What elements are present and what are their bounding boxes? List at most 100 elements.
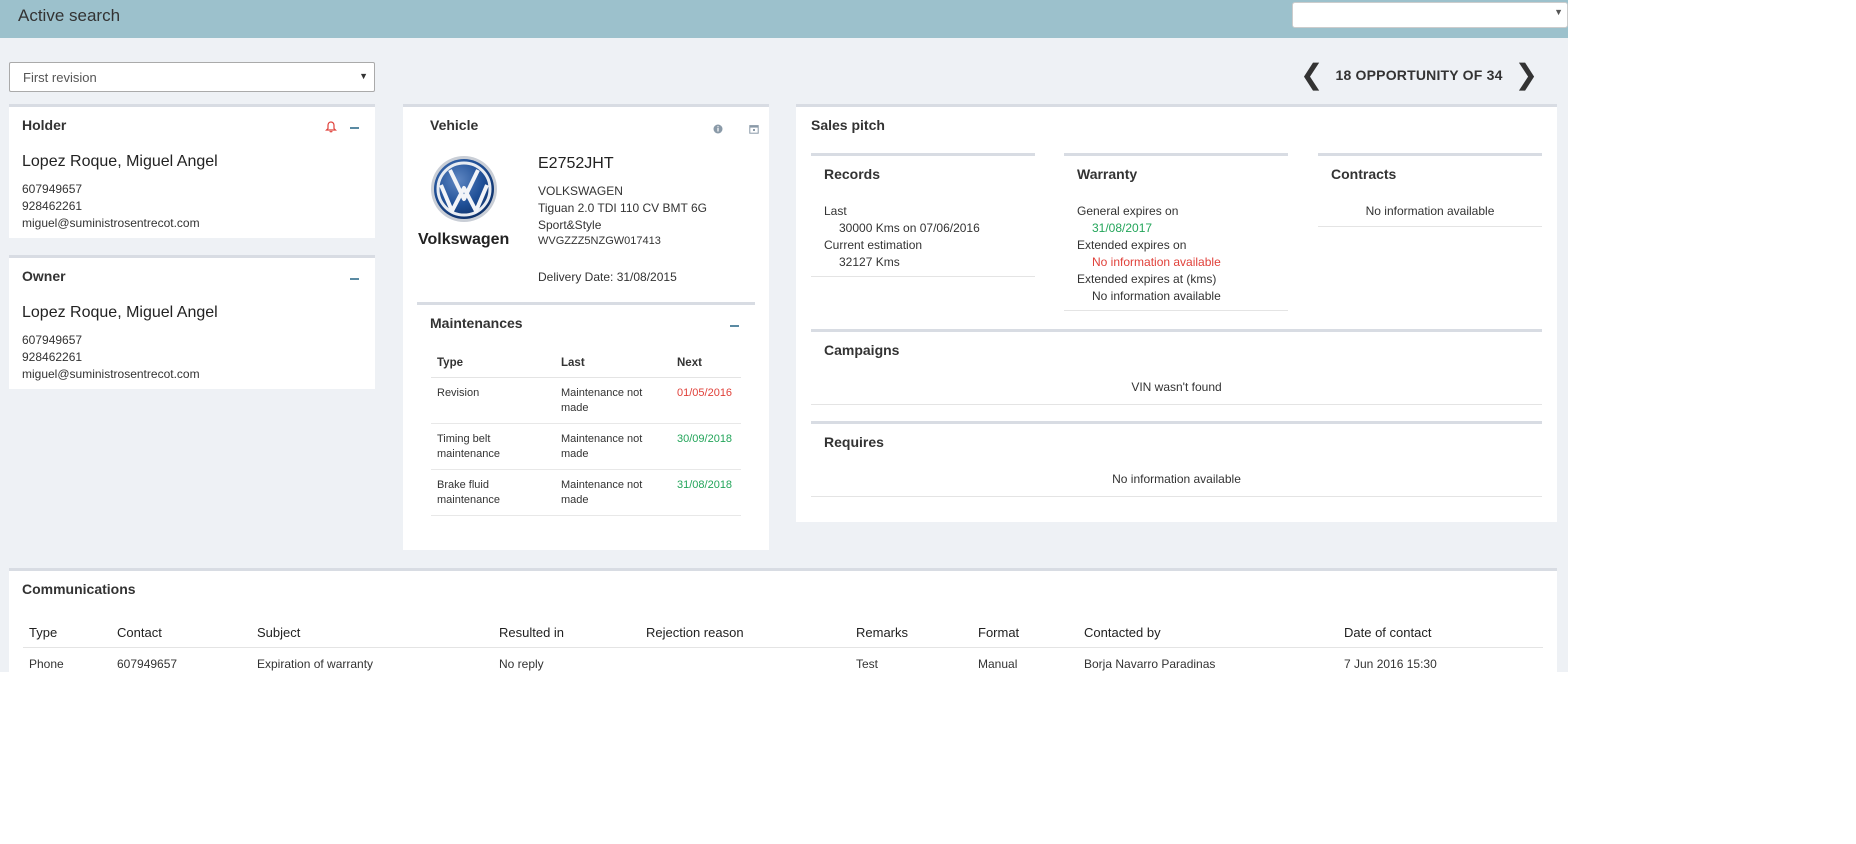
owner-phone-1: 607949657 bbox=[22, 333, 83, 347]
campaigns-title: Campaigns bbox=[824, 342, 900, 358]
calendar-icon[interactable] bbox=[749, 124, 759, 134]
collapse-icon[interactable] bbox=[730, 325, 739, 327]
maintenance-next: 01/05/2016 bbox=[671, 377, 741, 424]
maintenance-last: Maintenance not made bbox=[555, 469, 671, 516]
holder-panel: Holder Lopez Roque, Miguel Angel 6079496… bbox=[9, 104, 375, 238]
holder-email: miguel@suministrosentrecot.com bbox=[22, 216, 200, 230]
warranty-extended-kms-label: Extended expires at (kms) bbox=[1077, 272, 1217, 286]
warranty-title: Warranty bbox=[1077, 166, 1138, 182]
collapse-icon[interactable] bbox=[350, 278, 359, 280]
sales-pitch-title: Sales pitch bbox=[811, 117, 885, 133]
maintenance-next: 30/09/2018 bbox=[671, 423, 741, 470]
vehicle-delivery-date: Delivery Date: 31/08/2015 bbox=[538, 270, 677, 284]
table-row: Revision Maintenance not made 01/05/2016 bbox=[431, 377, 741, 424]
page-title: Active search bbox=[18, 6, 121, 25]
caret-down-icon: ▼ bbox=[1554, 7, 1563, 17]
holder-title: Holder bbox=[22, 117, 67, 133]
records-estimation-value: 32127 Kms bbox=[839, 255, 900, 269]
info-icon[interactable] bbox=[713, 124, 723, 134]
volkswagen-logo-icon bbox=[431, 156, 497, 222]
sales-pitch-panel: Sales pitch Records Last 30000 Kms on 07… bbox=[796, 104, 1557, 522]
maintenance-type: Revision bbox=[431, 377, 555, 424]
comm-contacted-by: Borja Navarro Paradinas bbox=[1084, 657, 1216, 671]
holder-phone-1: 607949657 bbox=[22, 182, 83, 196]
vehicle-model: Tiguan 2.0 TDI 110 CV BMT 6G bbox=[538, 201, 707, 215]
maintenances-table: Type Last Next Revision Maintenance not … bbox=[431, 351, 741, 516]
column-header: Date of contact bbox=[1344, 625, 1432, 640]
holder-phone-2: 928462261 bbox=[22, 199, 83, 213]
campaigns-value: VIN wasn't found bbox=[1131, 380, 1222, 394]
warranty-extended-kms-value: No information available bbox=[1092, 289, 1221, 303]
vehicle-panel: Vehicle Volkswagen E2752JHT VOLKSWAGEN T… bbox=[403, 104, 769, 550]
owner-panel: Owner Lopez Roque, Miguel Angel 60794965… bbox=[9, 255, 375, 389]
column-header: Type bbox=[29, 625, 58, 640]
contracts-card: Contracts No information available bbox=[1318, 153, 1542, 227]
maintenances-section: Maintenances Type Last Next Revision Mai… bbox=[417, 302, 755, 522]
contracts-value: No information available bbox=[1365, 204, 1495, 218]
top-select[interactable]: ▼ bbox=[1292, 2, 1568, 28]
column-header: Remarks bbox=[856, 625, 909, 640]
owner-name: Lopez Roque, Miguel Angel bbox=[22, 304, 218, 321]
records-estimation-label: Current estimation bbox=[824, 238, 923, 252]
warranty-card: Warranty General expires on 31/08/2017 E… bbox=[1064, 153, 1288, 311]
vehicle-brand: Volkswagen bbox=[418, 231, 510, 248]
caret-down-icon: ▼ bbox=[359, 71, 368, 81]
column-header: Resulted in bbox=[499, 625, 565, 640]
opportunity-counter: 18 OPPORTUNITY OF 34 bbox=[1335, 67, 1503, 83]
collapse-icon[interactable] bbox=[350, 127, 359, 129]
vehicle-make: VOLKSWAGEN bbox=[538, 184, 623, 198]
column-header: Next bbox=[671, 351, 741, 378]
column-header: Type bbox=[431, 351, 555, 378]
vehicle-title: Vehicle bbox=[430, 117, 479, 133]
comm-resulted-in: No reply bbox=[499, 657, 544, 671]
contracts-title: Contracts bbox=[1331, 166, 1397, 182]
comm-remarks: Test bbox=[856, 657, 879, 671]
warranty-general-label: General expires on bbox=[1077, 204, 1179, 218]
comm-type: Phone bbox=[29, 657, 64, 671]
vehicle-plate: E2752JHT bbox=[538, 155, 614, 172]
chevron-right-icon[interactable]: ❯ bbox=[1515, 61, 1538, 89]
column-header: Format bbox=[978, 625, 1020, 640]
requires-value: No information available bbox=[1112, 472, 1241, 486]
communications-title: Communications bbox=[22, 581, 136, 597]
maintenance-type: Timing belt maintenance bbox=[431, 423, 555, 470]
bell-icon[interactable] bbox=[325, 121, 337, 133]
warranty-extended-label: Extended expires on bbox=[1077, 238, 1187, 252]
app-root: Active search ▼ First revision ▼ ❮ 18 OP… bbox=[0, 0, 1568, 672]
warranty-extended-value: No information available bbox=[1092, 255, 1221, 269]
comm-date: 7 Jun 2016 15:30 bbox=[1344, 657, 1437, 671]
opportunity-pager: ❮ 18 OPPORTUNITY OF 34 ❯ bbox=[1300, 60, 1538, 90]
requires-card: Requires No information available bbox=[811, 421, 1542, 497]
vehicle-vin: WVGZZZ5NZGW017413 bbox=[538, 235, 661, 247]
comm-contact: 607949657 bbox=[117, 657, 178, 671]
chevron-left-icon[interactable]: ❮ bbox=[1300, 61, 1323, 89]
maintenance-next: 31/08/2018 bbox=[671, 469, 741, 516]
column-header: Subject bbox=[257, 625, 301, 640]
vehicle-trim: Sport&Style bbox=[538, 218, 602, 232]
column-header: Rejection reason bbox=[646, 625, 744, 640]
revision-select-value: First revision bbox=[23, 70, 97, 85]
column-header: Contacted by bbox=[1084, 625, 1161, 640]
table-row: Timing belt maintenance Maintenance not … bbox=[431, 423, 741, 470]
comm-subject: Expiration of warranty bbox=[257, 657, 374, 671]
owner-title: Owner bbox=[22, 268, 66, 284]
warranty-general-value: 31/08/2017 bbox=[1092, 221, 1153, 235]
column-header: Last bbox=[555, 351, 671, 378]
top-bar: Active search ▼ bbox=[0, 0, 1568, 38]
campaigns-card: Campaigns VIN wasn't found bbox=[811, 329, 1542, 405]
records-last-label: Last bbox=[824, 204, 847, 218]
communications-panel: Communications Type Contact Subject Resu… bbox=[9, 568, 1557, 672]
requires-title: Requires bbox=[824, 434, 884, 450]
maintenances-title: Maintenances bbox=[430, 315, 523, 331]
holder-name: Lopez Roque, Miguel Angel bbox=[22, 153, 218, 170]
table-header-row: Type Last Next bbox=[431, 351, 741, 378]
column-header: Contact bbox=[117, 625, 162, 640]
comm-format: Manual bbox=[978, 657, 1018, 671]
records-title: Records bbox=[824, 166, 881, 182]
divider bbox=[23, 647, 1543, 648]
owner-phone-2: 928462261 bbox=[22, 350, 83, 364]
revision-select[interactable]: First revision ▼ bbox=[9, 62, 375, 92]
maintenance-type: Brake fluid maintenance bbox=[431, 469, 555, 516]
maintenance-last: Maintenance not made bbox=[555, 423, 671, 470]
records-card: Records Last 30000 Kms on 07/06/2016 Cur… bbox=[811, 153, 1035, 277]
